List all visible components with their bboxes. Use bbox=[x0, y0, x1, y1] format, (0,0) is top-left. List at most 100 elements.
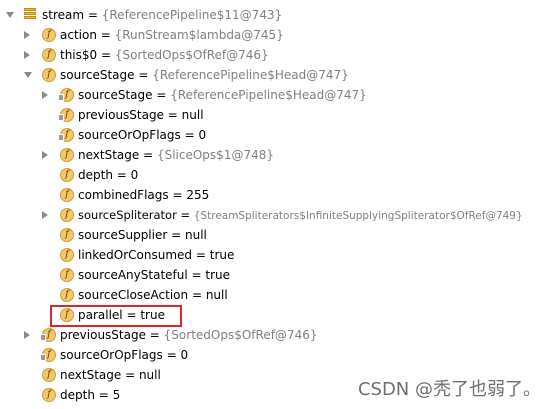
field-icon: f bbox=[42, 48, 56, 62]
var-value: {SortedOps$OfRef@746} bbox=[114, 48, 269, 62]
var-value: null bbox=[181, 108, 204, 122]
var-name: previousStage bbox=[78, 108, 164, 122]
var-value: {SliceOps$1@748} bbox=[156, 148, 274, 162]
field-icon: f bbox=[60, 188, 74, 202]
equals-sign: = bbox=[134, 68, 153, 82]
tree-row-combinedFlags[interactable]: f combinedFlags = 255 bbox=[0, 185, 551, 205]
tree-row-sourceOrOpFlags[interactable]: f sourceOrOpFlags = 0 bbox=[0, 125, 551, 145]
expand-arrow-icon[interactable] bbox=[42, 91, 48, 99]
tree-row-nested-sourceStage[interactable]: f sourceStage = {ReferencePipeline$Head@… bbox=[0, 85, 551, 105]
var-value: 0 bbox=[198, 128, 207, 142]
expand-arrow-icon[interactable] bbox=[24, 72, 32, 78]
var-value: 255 bbox=[186, 188, 210, 202]
tree-row-stream[interactable]: stream = {ReferencePipeline$11@743} bbox=[0, 5, 551, 25]
var-name: sourceAnyStateful bbox=[78, 268, 188, 282]
field-icon: f bbox=[60, 248, 74, 262]
expand-arrow-icon[interactable] bbox=[42, 151, 48, 159]
var-name: sourceOrOpFlags bbox=[78, 128, 181, 142]
partial-top-row bbox=[0, 0, 551, 4]
tree-row-sourceSpliterator[interactable]: f sourceSpliterator = {StreamSpliterator… bbox=[0, 205, 551, 225]
var-value: {ReferencePipeline$Head@747} bbox=[152, 68, 349, 82]
expand-arrow-icon[interactable] bbox=[24, 51, 30, 59]
var-name: sourceStage bbox=[60, 68, 135, 82]
lock-icon bbox=[40, 334, 46, 341]
equals-sign: = bbox=[97, 48, 115, 62]
debugger-variables-tree: stream = {ReferencePipeline$11@743} f ac… bbox=[0, 0, 551, 409]
var-value: 0 bbox=[180, 348, 189, 362]
var-value: 0 bbox=[130, 168, 139, 182]
field-icon: f bbox=[60, 228, 74, 242]
tree-row-sourceStage[interactable]: f sourceStage = {ReferencePipeline$Head@… bbox=[0, 65, 551, 85]
field-icon: f bbox=[42, 28, 56, 42]
field-icon: f bbox=[60, 288, 74, 302]
tree-row-sourceAnyStateful[interactable]: f sourceAnyStateful = true bbox=[0, 265, 551, 285]
equals-sign: = bbox=[188, 288, 206, 302]
watermark: CSDN @秃了也弱了。 bbox=[357, 379, 541, 400]
var-value: null bbox=[184, 228, 207, 242]
highlight-box bbox=[50, 305, 182, 327]
lock-icon bbox=[40, 354, 46, 361]
var-value: {SortedOps$OfRef@746} bbox=[163, 328, 318, 342]
var-name: depth bbox=[60, 388, 95, 402]
var-name: this$0 bbox=[60, 48, 98, 62]
field-icon: f bbox=[60, 148, 74, 162]
equals-sign: = bbox=[187, 268, 206, 282]
equals-sign: = bbox=[96, 28, 115, 42]
var-name: sourceStage bbox=[78, 88, 153, 102]
var-value: true bbox=[209, 248, 235, 262]
var-value: 5 bbox=[112, 388, 121, 402]
var-value: true bbox=[205, 268, 231, 282]
tree-row-depth[interactable]: f depth = 0 bbox=[0, 165, 551, 185]
equals-sign: = bbox=[167, 228, 185, 242]
var-name: nextStage bbox=[78, 148, 140, 162]
tree-row-sourceCloseAction[interactable]: f sourceCloseAction = null bbox=[0, 285, 551, 305]
var-value: null bbox=[138, 368, 161, 382]
equals-sign: = bbox=[176, 208, 194, 222]
equals-sign: = bbox=[192, 248, 210, 262]
var-name: combinedFlags bbox=[78, 188, 169, 202]
equals-sign: = bbox=[94, 388, 113, 402]
tree-row-this0[interactable]: f this$0 = {SortedOps$OfRef@746} bbox=[0, 45, 551, 65]
equals-sign: = bbox=[145, 328, 164, 342]
equals-sign: = bbox=[139, 148, 157, 162]
lock-icon bbox=[58, 114, 64, 121]
field-icon: f bbox=[42, 68, 56, 82]
tree-row-outer-sourceOrOpFlags[interactable]: f sourceOrOpFlags = 0 bbox=[0, 345, 551, 365]
lock-icon bbox=[58, 94, 64, 101]
var-value: {RunStream$lambda@745} bbox=[114, 28, 284, 42]
var-name: stream bbox=[42, 8, 85, 22]
var-name: sourceOrOpFlags bbox=[60, 348, 163, 362]
tree-row-previousStage[interactable]: f previousStage = null bbox=[0, 105, 551, 125]
var-name: previousStage bbox=[60, 328, 146, 342]
equals-sign: = bbox=[162, 348, 181, 362]
field-icon: f bbox=[42, 388, 56, 402]
field-icon: f bbox=[42, 368, 56, 382]
tree-row-sourceSupplier[interactable]: f sourceSupplier = null bbox=[0, 225, 551, 245]
equals-sign: = bbox=[112, 168, 131, 182]
tree-row-action[interactable]: f action = {RunStream$lambda@745} bbox=[0, 25, 551, 45]
expand-arrow-icon[interactable] bbox=[24, 331, 30, 339]
expand-arrow-icon[interactable] bbox=[6, 12, 14, 18]
equals-sign: = bbox=[152, 88, 171, 102]
equals-sign: = bbox=[168, 188, 187, 202]
var-value: {ReferencePipeline$Head@747} bbox=[170, 88, 367, 102]
expand-arrow-icon[interactable] bbox=[24, 31, 30, 39]
field-icon: f bbox=[60, 168, 74, 182]
var-name: nextStage bbox=[60, 368, 122, 382]
var-name: sourceCloseAction bbox=[78, 288, 189, 302]
tree-row-nextStage[interactable]: f nextStage = {SliceOps$1@748} bbox=[0, 145, 551, 165]
var-name: sourceSpliterator bbox=[78, 208, 177, 222]
field-icon: f bbox=[60, 208, 74, 222]
equals-sign: = bbox=[84, 8, 102, 22]
expand-arrow-icon[interactable] bbox=[42, 211, 48, 219]
var-name: action bbox=[60, 28, 97, 42]
lock-icon bbox=[58, 134, 64, 141]
local-variable-icon bbox=[24, 8, 36, 22]
tree-row-outer-previousStage[interactable]: f previousStage = {SortedOps$OfRef@746} bbox=[0, 325, 551, 345]
var-value: {StreamSpliterators$InfiniteSupplyingSpl… bbox=[193, 210, 523, 222]
var-value: null bbox=[205, 288, 228, 302]
var-name: linkedOrConsumed bbox=[78, 248, 193, 262]
field-icon: f bbox=[60, 268, 74, 282]
equals-sign: = bbox=[121, 368, 139, 382]
tree-row-linkedOrConsumed[interactable]: f linkedOrConsumed = true bbox=[0, 245, 551, 265]
